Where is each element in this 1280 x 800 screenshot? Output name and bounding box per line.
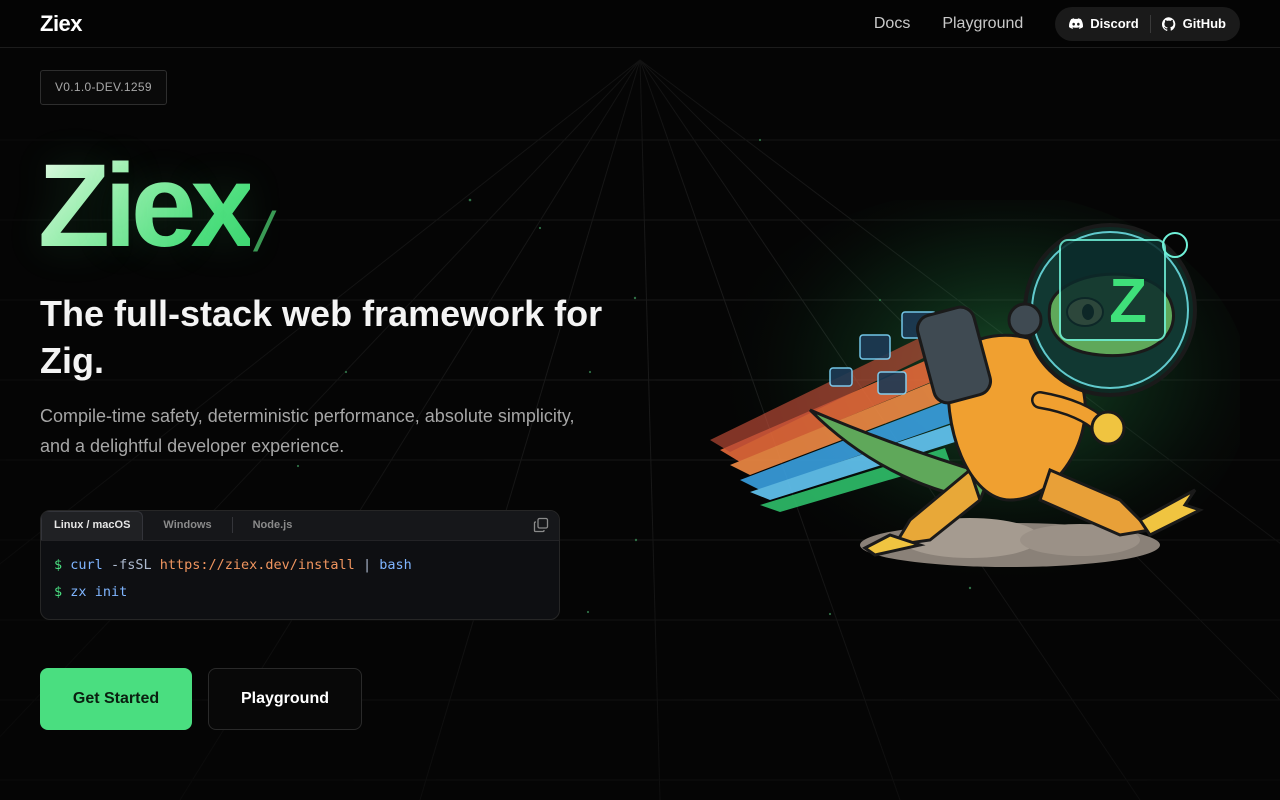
- nav-link-docs[interactable]: Docs: [874, 15, 910, 33]
- discord-label: Discord: [1090, 16, 1139, 31]
- version-badge: V0.1.0-DEV.1259: [40, 70, 167, 105]
- install-commands: $ curl -fsSL https://ziex.dev/install | …: [41, 541, 559, 619]
- command: curl: [70, 557, 103, 573]
- brand-logo[interactable]: Ziex: [40, 11, 83, 37]
- svg-text:Z: Z: [1109, 267, 1147, 336]
- hero-logo-text: Ziex: [38, 140, 256, 272]
- hero-subhead: Compile-time safety, deterministic perfo…: [40, 406, 575, 456]
- github-label: GitHub: [1182, 16, 1226, 31]
- command: zx: [70, 584, 87, 600]
- get-started-button[interactable]: Get Started: [40, 668, 192, 730]
- command-arg: init: [94, 584, 128, 600]
- github-icon: [1161, 16, 1175, 31]
- tab-divider: [231, 517, 233, 533]
- nav-link-playground[interactable]: Playground: [942, 15, 1023, 33]
- nav-links: Docs Playground Discord GitHub: [874, 6, 1240, 41]
- install-code-box: Linux / macOS Windows Node.js $ curl -fs…: [40, 510, 560, 620]
- tab-nodejs[interactable]: Node.js: [241, 511, 305, 540]
- social-links: Discord GitHub: [1055, 6, 1240, 41]
- hero-logo-slash: /: [256, 200, 272, 263]
- hero-logo: Ziex /: [38, 140, 272, 272]
- prompt: $: [54, 584, 63, 600]
- tab-windows[interactable]: Windows: [151, 511, 223, 540]
- copy-icon: [533, 517, 549, 533]
- playground-button[interactable]: Playground: [208, 668, 362, 730]
- github-button[interactable]: GitHub: [1161, 16, 1226, 31]
- install-tabs: Linux / macOS Windows Node.js: [41, 511, 559, 541]
- command-target: bash: [379, 557, 412, 573]
- command-line[interactable]: $ curl -fsSL https://ziex.dev/install | …: [54, 555, 546, 582]
- discord-icon: [1069, 18, 1084, 29]
- command-pipe: |: [362, 557, 372, 573]
- tab-linux-macos[interactable]: Linux / macOS: [41, 511, 144, 540]
- command-url: https://ziex.dev/install: [159, 557, 355, 573]
- hero-headline: The full-stack web framework for Zig.: [40, 293, 603, 381]
- copy-button[interactable]: [533, 517, 549, 538]
- top-nav: Ziex Docs Playground Discord GitHub: [0, 0, 1280, 48]
- pill-divider: [1149, 14, 1151, 33]
- prompt: $: [54, 557, 63, 573]
- command-line[interactable]: $ zx init: [54, 582, 546, 609]
- mascot-illustration: Z: [710, 200, 1240, 590]
- page: Ziex Docs Playground Discord GitHub V0.1…: [0, 0, 1280, 800]
- discord-button[interactable]: Discord: [1069, 16, 1139, 31]
- command-flag: -fsSL: [110, 557, 152, 573]
